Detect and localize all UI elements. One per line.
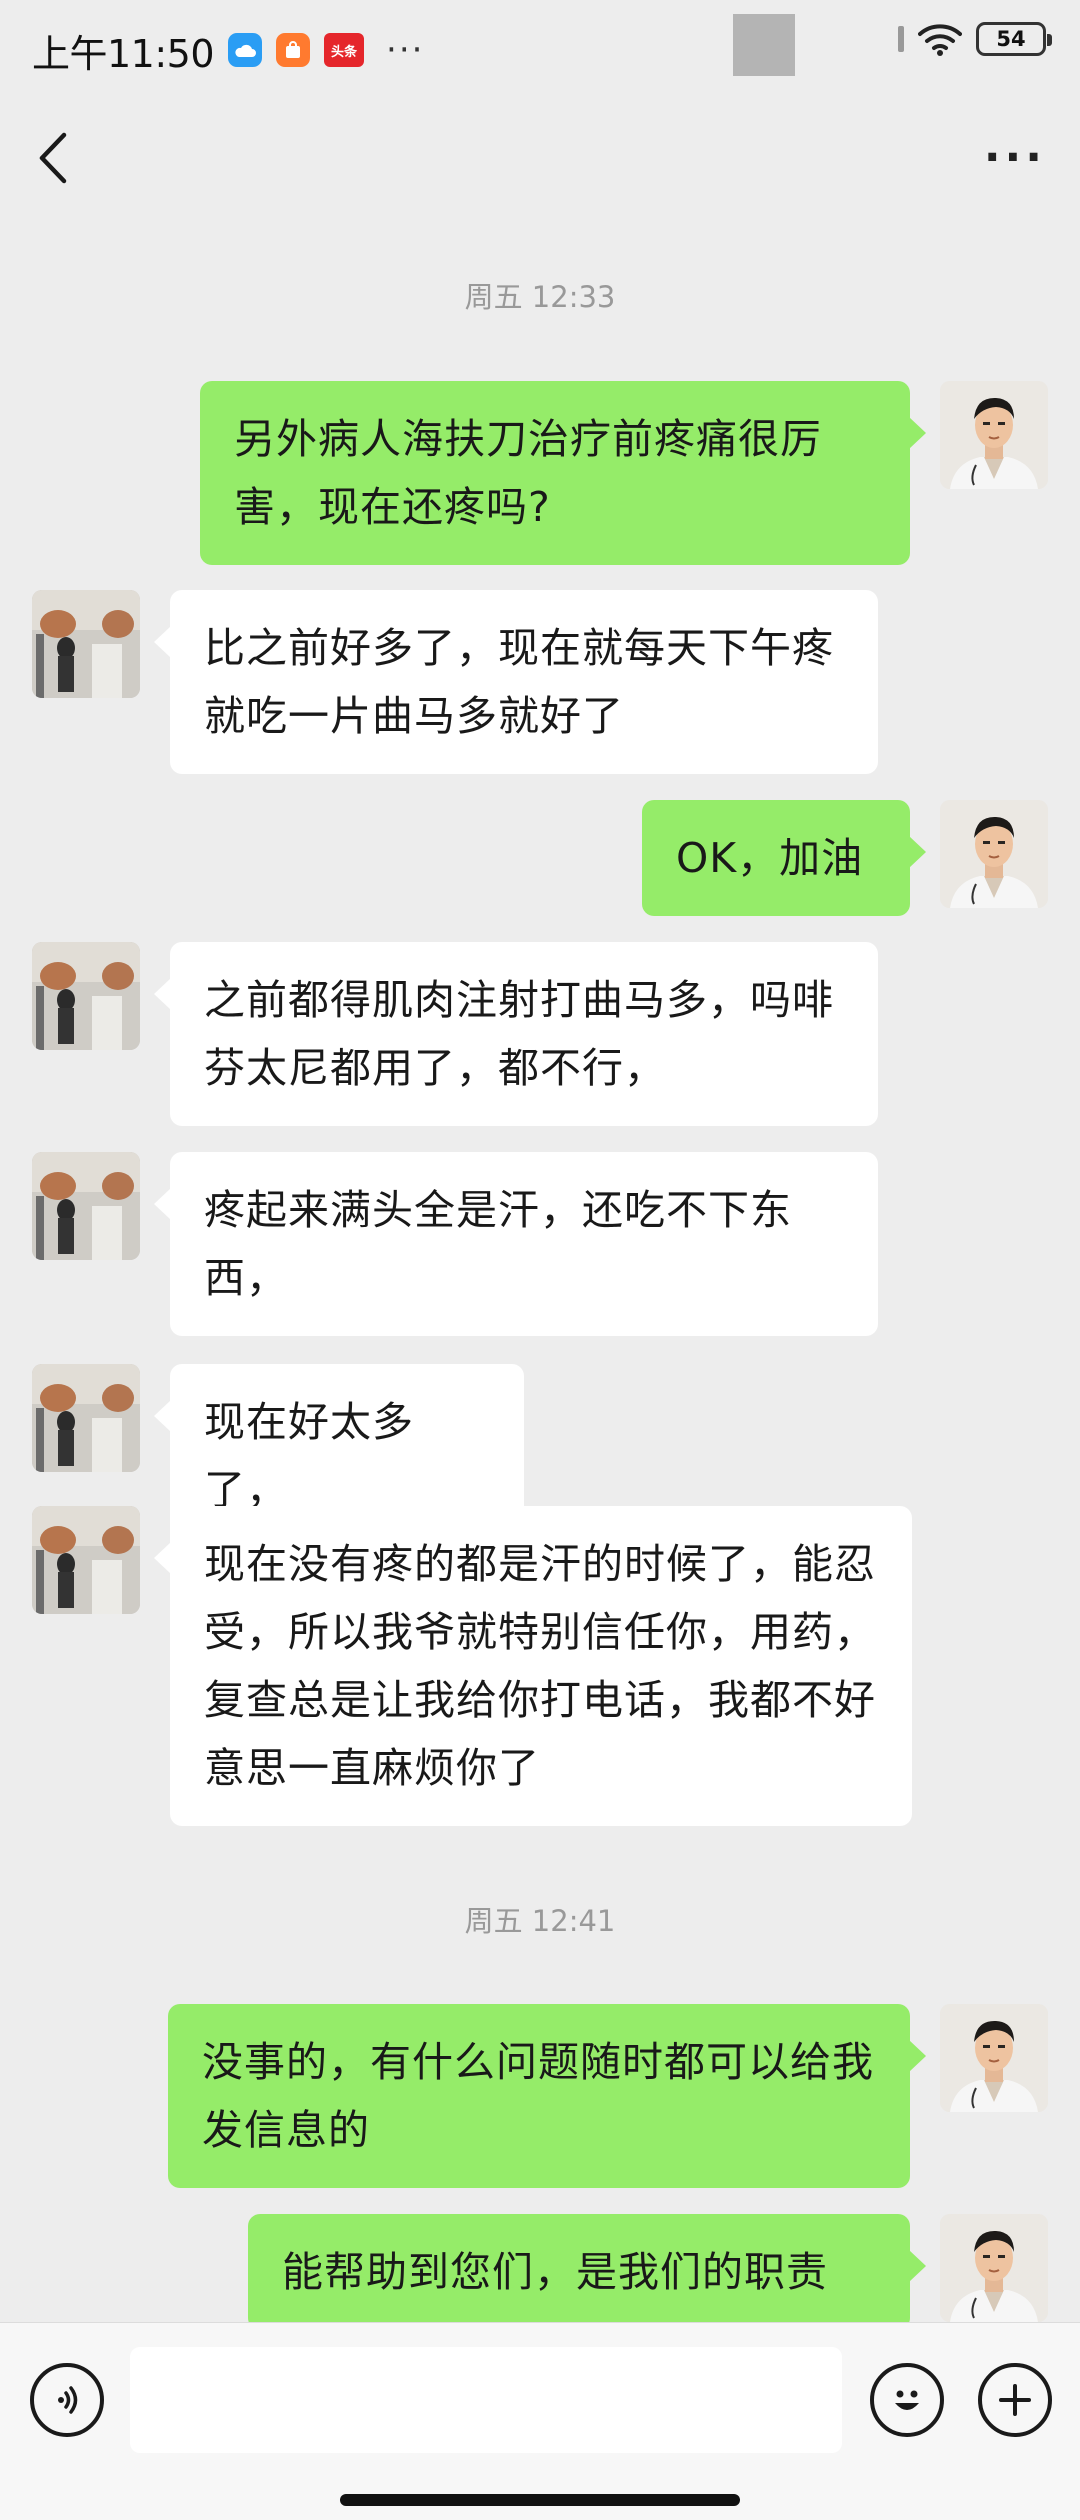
plus-button[interactable] [978, 2363, 1052, 2437]
message-row-incoming: 比之前好多了，现在就每天下午疼 就吃一片曲马多就好了 [0, 590, 1080, 774]
status-time: 上午11:50 [32, 31, 215, 76]
incoming-message-bubble[interactable]: 疼起来满头全是汗，还吃不下东西， [154, 1152, 878, 1336]
chevron-left-icon [39, 132, 67, 183]
cloud-app-icon [228, 33, 263, 67]
incoming-message-bubble[interactable]: 现在没有疼的都是汗的时候了，能忍受，所以我爷就特别信任你，用药，复查总是让我给你… [154, 1506, 912, 1826]
message-row-outgoing: 能帮助到您们，是我们的职责 [0, 2214, 1080, 2322]
outgoing-message-bubble[interactable]: 能帮助到您们，是我们的职责 [248, 2214, 926, 2322]
home-indicator[interactable] [340, 2494, 740, 2506]
emoji-button[interactable] [870, 2363, 944, 2437]
chat-input-bar [0, 2322, 1080, 2520]
message-row-outgoing: 另外病人海扶刀治疗前疼痛很厉害，现在还疼吗? [0, 381, 1080, 565]
message-row-outgoing: 没事的，有什么问题随时都可以给我发信息的 [0, 2004, 1080, 2188]
status-notification-icons: 头条 ··· [228, 30, 424, 70]
contact-avatar[interactable] [32, 1506, 140, 1614]
plus-icon [999, 2384, 1031, 2416]
incoming-message-bubble[interactable]: 比之前好多了，现在就每天下午疼 就吃一片曲马多就好了 [154, 590, 878, 774]
message-timestamp: 周五 12:41 [464, 1904, 616, 1938]
contact-avatar-icon [32, 1506, 140, 1614]
outgoing-message-bubble[interactable]: OK，加油 [642, 800, 926, 916]
message-timestamp: 周五 12:33 [464, 280, 616, 314]
message-row-outgoing: OK，加油 [0, 800, 1080, 916]
shopping-app-icon [276, 33, 311, 67]
incoming-message-bubble[interactable]: 之前都得肌肉注射打曲马多，吗啡 芬太尼都用了，都不行， [154, 942, 878, 1126]
more-options-button[interactable]: ··· [984, 132, 1046, 183]
message-input[interactable] [130, 2347, 842, 2453]
doctor-avatar-icon [940, 800, 1048, 908]
outgoing-message-bubble[interactable]: 另外病人海扶刀治疗前疼痛很厉害，现在还疼吗? [200, 381, 926, 565]
status-more-icon: ··· [386, 30, 425, 70]
news-app-icon: 头条 [324, 33, 365, 67]
contact-avatar-icon [32, 590, 140, 698]
doctor-avatar[interactable] [940, 2214, 1048, 2322]
message-row-incoming: 之前都得肌肉注射打曲马多，吗啡 芬太尼都用了，都不行， [0, 942, 1080, 1126]
status-right-icons: 54 [898, 22, 1052, 56]
contact-avatar[interactable] [32, 590, 140, 698]
doctor-avatar-icon [940, 2214, 1048, 2322]
contact-avatar-icon [32, 1364, 140, 1472]
doctor-avatar[interactable] [940, 2004, 1048, 2112]
contact-avatar[interactable] [32, 1152, 140, 1260]
chat-header: ··· [0, 100, 1080, 215]
doctor-avatar[interactable] [940, 800, 1048, 908]
emoji-icon [895, 2390, 919, 2410]
voice-icon [58, 2386, 78, 2414]
voice-button[interactable] [30, 2363, 104, 2437]
contact-avatar-icon [32, 942, 140, 1050]
outgoing-message-bubble[interactable]: 没事的，有什么问题随时都可以给我发信息的 [168, 2004, 926, 2188]
contact-avatar-icon [32, 1152, 140, 1260]
doctor-avatar-icon [940, 2004, 1048, 2112]
status-bar: 上午11:50 头条 ··· 54 [0, 0, 1080, 100]
status-redacted-block [733, 14, 795, 76]
doctor-avatar-icon [940, 381, 1048, 489]
signal-icon [898, 26, 904, 52]
contact-avatar[interactable] [32, 1364, 140, 1472]
back-button[interactable] [34, 128, 94, 188]
wifi-icon [918, 24, 962, 56]
message-row-incoming: 现在没有疼的都是汗的时候了，能忍受，所以我爷就特别信任你，用药，复查总是让我给你… [0, 1506, 1080, 1826]
doctor-avatar[interactable] [940, 381, 1048, 489]
message-row-incoming: 现在好太多了， [0, 1364, 1080, 1548]
contact-avatar[interactable] [32, 942, 140, 1050]
message-row-incoming: 疼起来满头全是汗，还吃不下东西， [0, 1152, 1080, 1336]
battery-icon: 54 [976, 22, 1052, 56]
